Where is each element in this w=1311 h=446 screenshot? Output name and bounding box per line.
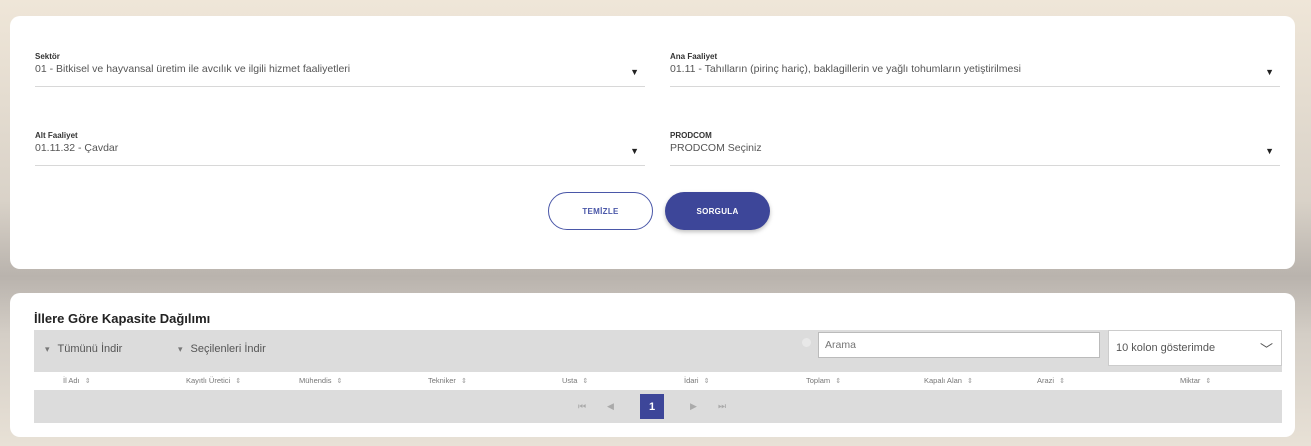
page-button-current[interactable]: 1 [640,394,664,419]
col-header-il-adi[interactable]: İl Adı ⇕ [63,376,91,385]
download-selected-icon: ▾ [178,343,183,354]
col-header-miktar[interactable]: Miktar ⇕ [1180,376,1211,385]
prodcom-value: PRODCOM Seçiniz [670,142,762,154]
sort-icon: ⇕ [336,378,343,385]
col-header-kapali-alan[interactable]: Kapalı Alan ⇕ [924,376,973,385]
table-header: İl Adı ⇕ Kayıtlı Üretici ⇕ Mühendis ⇕ Tekni… [34,373,1282,389]
query-button[interactable]: SORGULA [665,192,770,230]
dropdown-caret-icon[interactable]: ▼ [1265,146,1274,156]
sektor-select[interactable]: Sektör 01 - Bitkisel ve hayvansal üretim… [35,43,645,87]
download-all-button[interactable]: ▾ Tümünü İndir [45,343,122,355]
next-page-icon[interactable]: ▶ [690,401,697,412]
sort-icon: ⇕ [703,378,710,385]
col-header-usta[interactable]: Usta ⇕ [562,376,588,385]
col-header-idari[interactable]: İdari ⇕ [684,376,709,385]
sort-icon: ⇕ [84,378,91,385]
sort-icon: ⇕ [1205,378,1212,385]
col-header-muhendis[interactable]: Mühendis ⇕ [299,376,342,385]
alt-faaliyet-value: 01.11.32 - Çavdar [35,142,119,154]
sort-icon: ⇕ [235,378,242,385]
col-header-kayitli-uretici[interactable]: Kayıtlı Üretici ⇕ [186,376,241,385]
prodcom-label: PRODCOM [670,131,712,140]
download-all-icon: ▾ [45,343,50,354]
search-icon [802,338,811,347]
results-title: İllere Göre Kapasite Dağılımı [34,311,211,326]
ana-faaliyet-label: Ana Faaliyet [670,52,718,61]
search-box [798,330,1100,359]
download-all-label: Tümünü İndir [57,343,123,355]
download-selected-label: Seçilenleri İndir [190,343,266,355]
table-toolbar: ▾ Tümünü İndir ▾ Seçilenleri İndir 10 ko… [34,330,1282,372]
prodcom-select[interactable]: PRODCOM PRODCOM Seçiniz ▼ [670,122,1280,166]
col-header-arazi[interactable]: Arazi ⇕ [1037,376,1065,385]
alt-faaliyet-label: Alt Faaliyet [35,131,78,140]
results-panel: İllere Göre Kapasite Dağılımı ▾ Tümünü İ… [10,293,1295,437]
sort-icon: ⇕ [1059,378,1065,385]
prev-page-icon[interactable]: ◀ [607,401,614,412]
sort-icon: ⇕ [582,378,589,385]
alt-faaliyet-select[interactable]: Alt Faaliyet 01.11.32 - Çavdar ▼ [35,122,645,166]
ana-faaliyet-value: 01.11 - Tahılların (pirinç hariç), bakla… [670,63,1021,75]
dropdown-caret-icon[interactable]: ▼ [630,146,639,156]
sektor-value: 01 - Bitkisel ve hayvansal üretim ile av… [35,63,351,75]
clear-button[interactable]: TEMİZLE [548,192,653,230]
dropdown-caret-icon[interactable]: ▼ [630,67,639,77]
filter-panel: Sektör 01 - Bitkisel ve hayvansal üretim… [10,16,1295,269]
column-visibility-select[interactable]: 10 kolon gösterimde ﹀ [1108,330,1282,366]
sort-icon: ⇕ [460,378,467,385]
column-visibility-label: 10 kolon gösterimde [1116,342,1216,354]
chevron-down-icon: ﹀ [1259,342,1273,357]
col-header-tekniker[interactable]: Tekniker ⇕ [428,376,467,385]
download-selected-button[interactable]: ▾ Seçilenleri İndir [178,343,266,355]
last-page-icon[interactable]: ⏭ [718,401,726,412]
sort-icon: ⇕ [966,378,973,385]
pagination: ⏮ ◀ 1 ▶ ⏭ [34,390,1282,423]
col-header-toplam[interactable]: Toplam ⇕ [806,376,841,385]
ana-faaliyet-select[interactable]: Ana Faaliyet 01.11 - Tahılların (pirinç … [670,43,1280,87]
sort-icon: ⇕ [835,378,842,385]
dropdown-caret-icon[interactable]: ▼ [1265,67,1274,77]
sektor-label: Sektör [35,52,60,61]
first-page-icon[interactable]: ⏮ [578,401,586,412]
search-input[interactable] [818,332,1100,358]
